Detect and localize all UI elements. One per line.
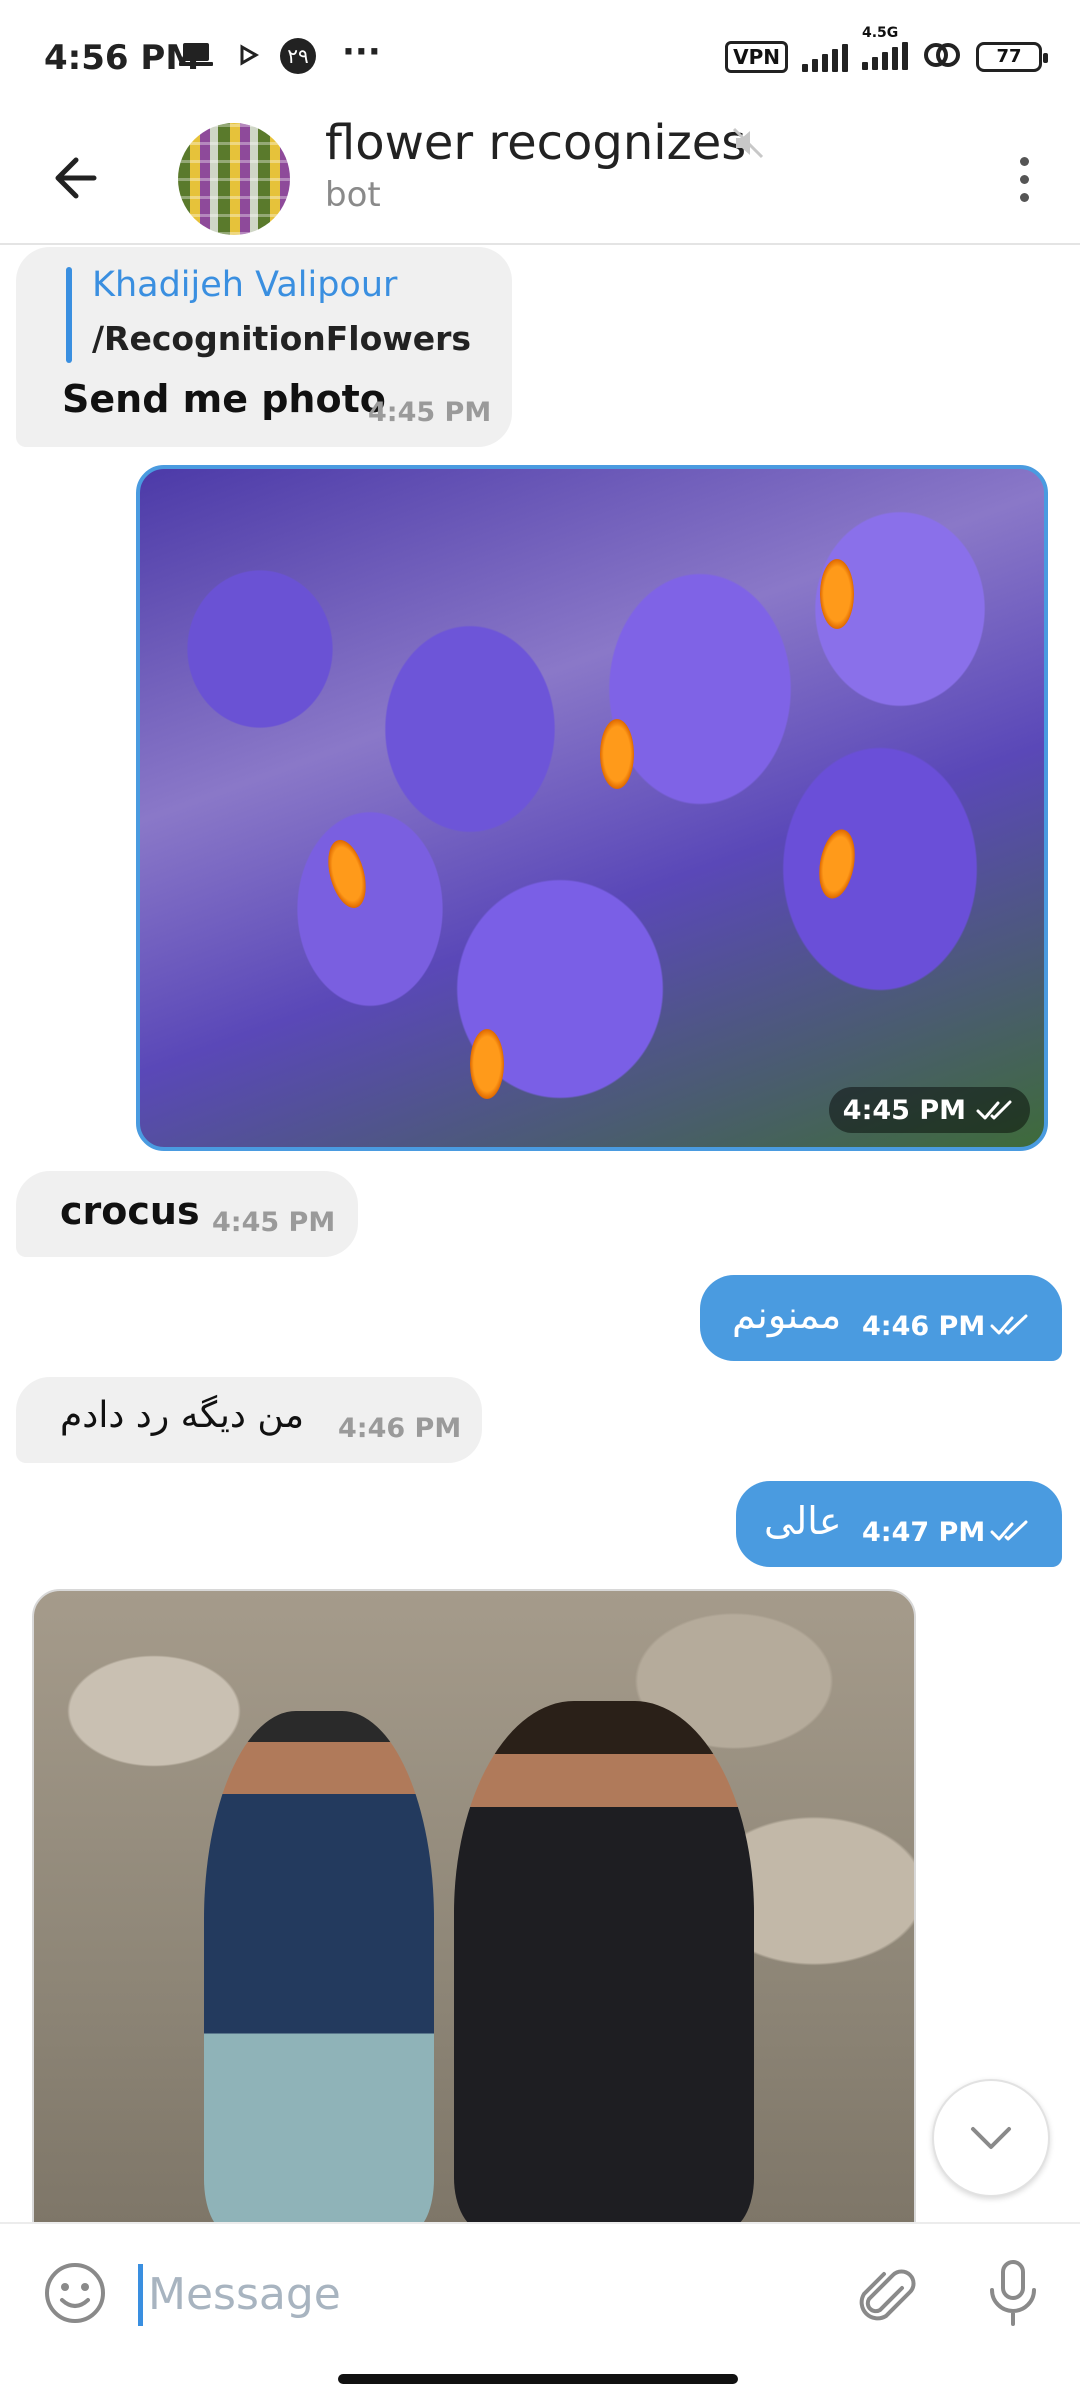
network-type-label: 4.5G — [862, 25, 899, 41]
sent-photo-crocus[interactable]: 4:45 PM — [136, 465, 1048, 1151]
photo-time-overlay: 4:45 PM — [828, 1087, 1030, 1133]
flower-stamen — [820, 559, 854, 629]
scroll-to-bottom-button[interactable] — [932, 2079, 1050, 2197]
double-check-icon — [990, 1520, 1028, 1541]
double-check-icon — [976, 1100, 1012, 1120]
message-time: 4:46 PM — [338, 1413, 462, 1444]
back-button[interactable] — [42, 142, 114, 214]
laptop-icon — [178, 40, 214, 77]
dot-icon — [1019, 174, 1029, 184]
double-check-icon — [990, 1314, 1028, 1335]
photo-person — [454, 1701, 754, 2222]
message-text: ممنونم — [732, 1293, 842, 1337]
microphone-icon — [990, 2260, 1036, 2326]
message-text: من دیگه رد دادم — [60, 1395, 305, 1436]
flower-stamen — [600, 719, 634, 789]
status-bar: 4:56 PM ۲۹ ··· VPN 4.5G 77 — [0, 0, 1080, 115]
flower-stamen — [470, 1029, 504, 1099]
status-time: 4:56 PM — [44, 38, 200, 78]
dot-icon — [1019, 192, 1029, 202]
attach-button[interactable] — [850, 2258, 920, 2328]
more-menu-button[interactable] — [988, 143, 1060, 215]
notification-badge: ۲۹ — [280, 38, 316, 74]
message-bubble-incoming[interactable]: crocus 4:45 PM — [16, 1171, 358, 1257]
message-bubble-incoming[interactable]: Khadijeh Valipour /RecognitionFlowers Se… — [16, 247, 512, 447]
message-input[interactable] — [148, 2254, 828, 2334]
message-bubble-incoming[interactable]: من دیگه رد دادم 4:46 PM — [16, 1377, 482, 1463]
message-time: 4:46 PM — [862, 1311, 986, 1342]
dot-icon — [1019, 156, 1029, 166]
message-time: 4:45 PM — [212, 1207, 336, 1238]
signal-4g-icon: 4.5G — [862, 26, 908, 70]
home-gesture-handle[interactable] — [338, 2374, 738, 2384]
signal-icon — [802, 42, 848, 72]
reply-quoted-text: /RecognitionFlowers — [92, 319, 472, 358]
flower-stamen — [321, 835, 373, 913]
chat-header: flower recognizes bot — [0, 115, 1080, 245]
link-icon — [922, 40, 962, 74]
message-time: 4:45 PM — [842, 1094, 966, 1126]
chat-messages[interactable]: Khadijeh Valipour /RecognitionFlowers Se… — [0, 247, 1080, 2222]
text-cursor — [138, 2264, 143, 2326]
message-time: 4:47 PM — [862, 1517, 986, 1548]
message-text: عالی — [764, 1499, 842, 1543]
message-bubble-outgoing[interactable]: عالی 4:47 PM — [736, 1481, 1062, 1567]
photo-person — [204, 1711, 434, 2222]
paperclip-icon — [859, 2269, 916, 2321]
chat-title[interactable]: flower recognizes — [325, 115, 746, 171]
vpn-badge: VPN — [725, 41, 788, 73]
voice-message-button[interactable] — [978, 2256, 1048, 2330]
bot-avatar[interactable] — [178, 123, 290, 235]
muted-speaker-icon — [730, 125, 766, 161]
more-notifications: ··· — [342, 32, 381, 72]
received-photo[interactable] — [32, 1589, 916, 2222]
reply-sender-name[interactable]: Khadijeh Valipour — [92, 265, 397, 305]
chevron-down-icon — [971, 2127, 1011, 2149]
message-composer — [0, 2222, 1080, 2360]
reply-indicator — [66, 267, 72, 363]
emoji-button[interactable] — [40, 2258, 110, 2328]
smiley-icon — [45, 2263, 105, 2323]
chat-subtitle: bot — [325, 175, 381, 215]
message-time: 4:45 PM — [368, 397, 492, 428]
message-bubble-outgoing[interactable]: ممنونم 4:46 PM — [700, 1275, 1062, 1361]
message-text: Send me photo — [62, 377, 386, 421]
battery-icon: 77 — [976, 42, 1048, 72]
flower-stamen — [814, 826, 860, 902]
status-right-icons: VPN 4.5G 77 — [725, 26, 1048, 74]
message-text: crocus — [60, 1189, 200, 1233]
system-nav-bar — [0, 2360, 1080, 2400]
arrow-left-icon — [55, 157, 97, 199]
play-icon — [236, 40, 262, 77]
